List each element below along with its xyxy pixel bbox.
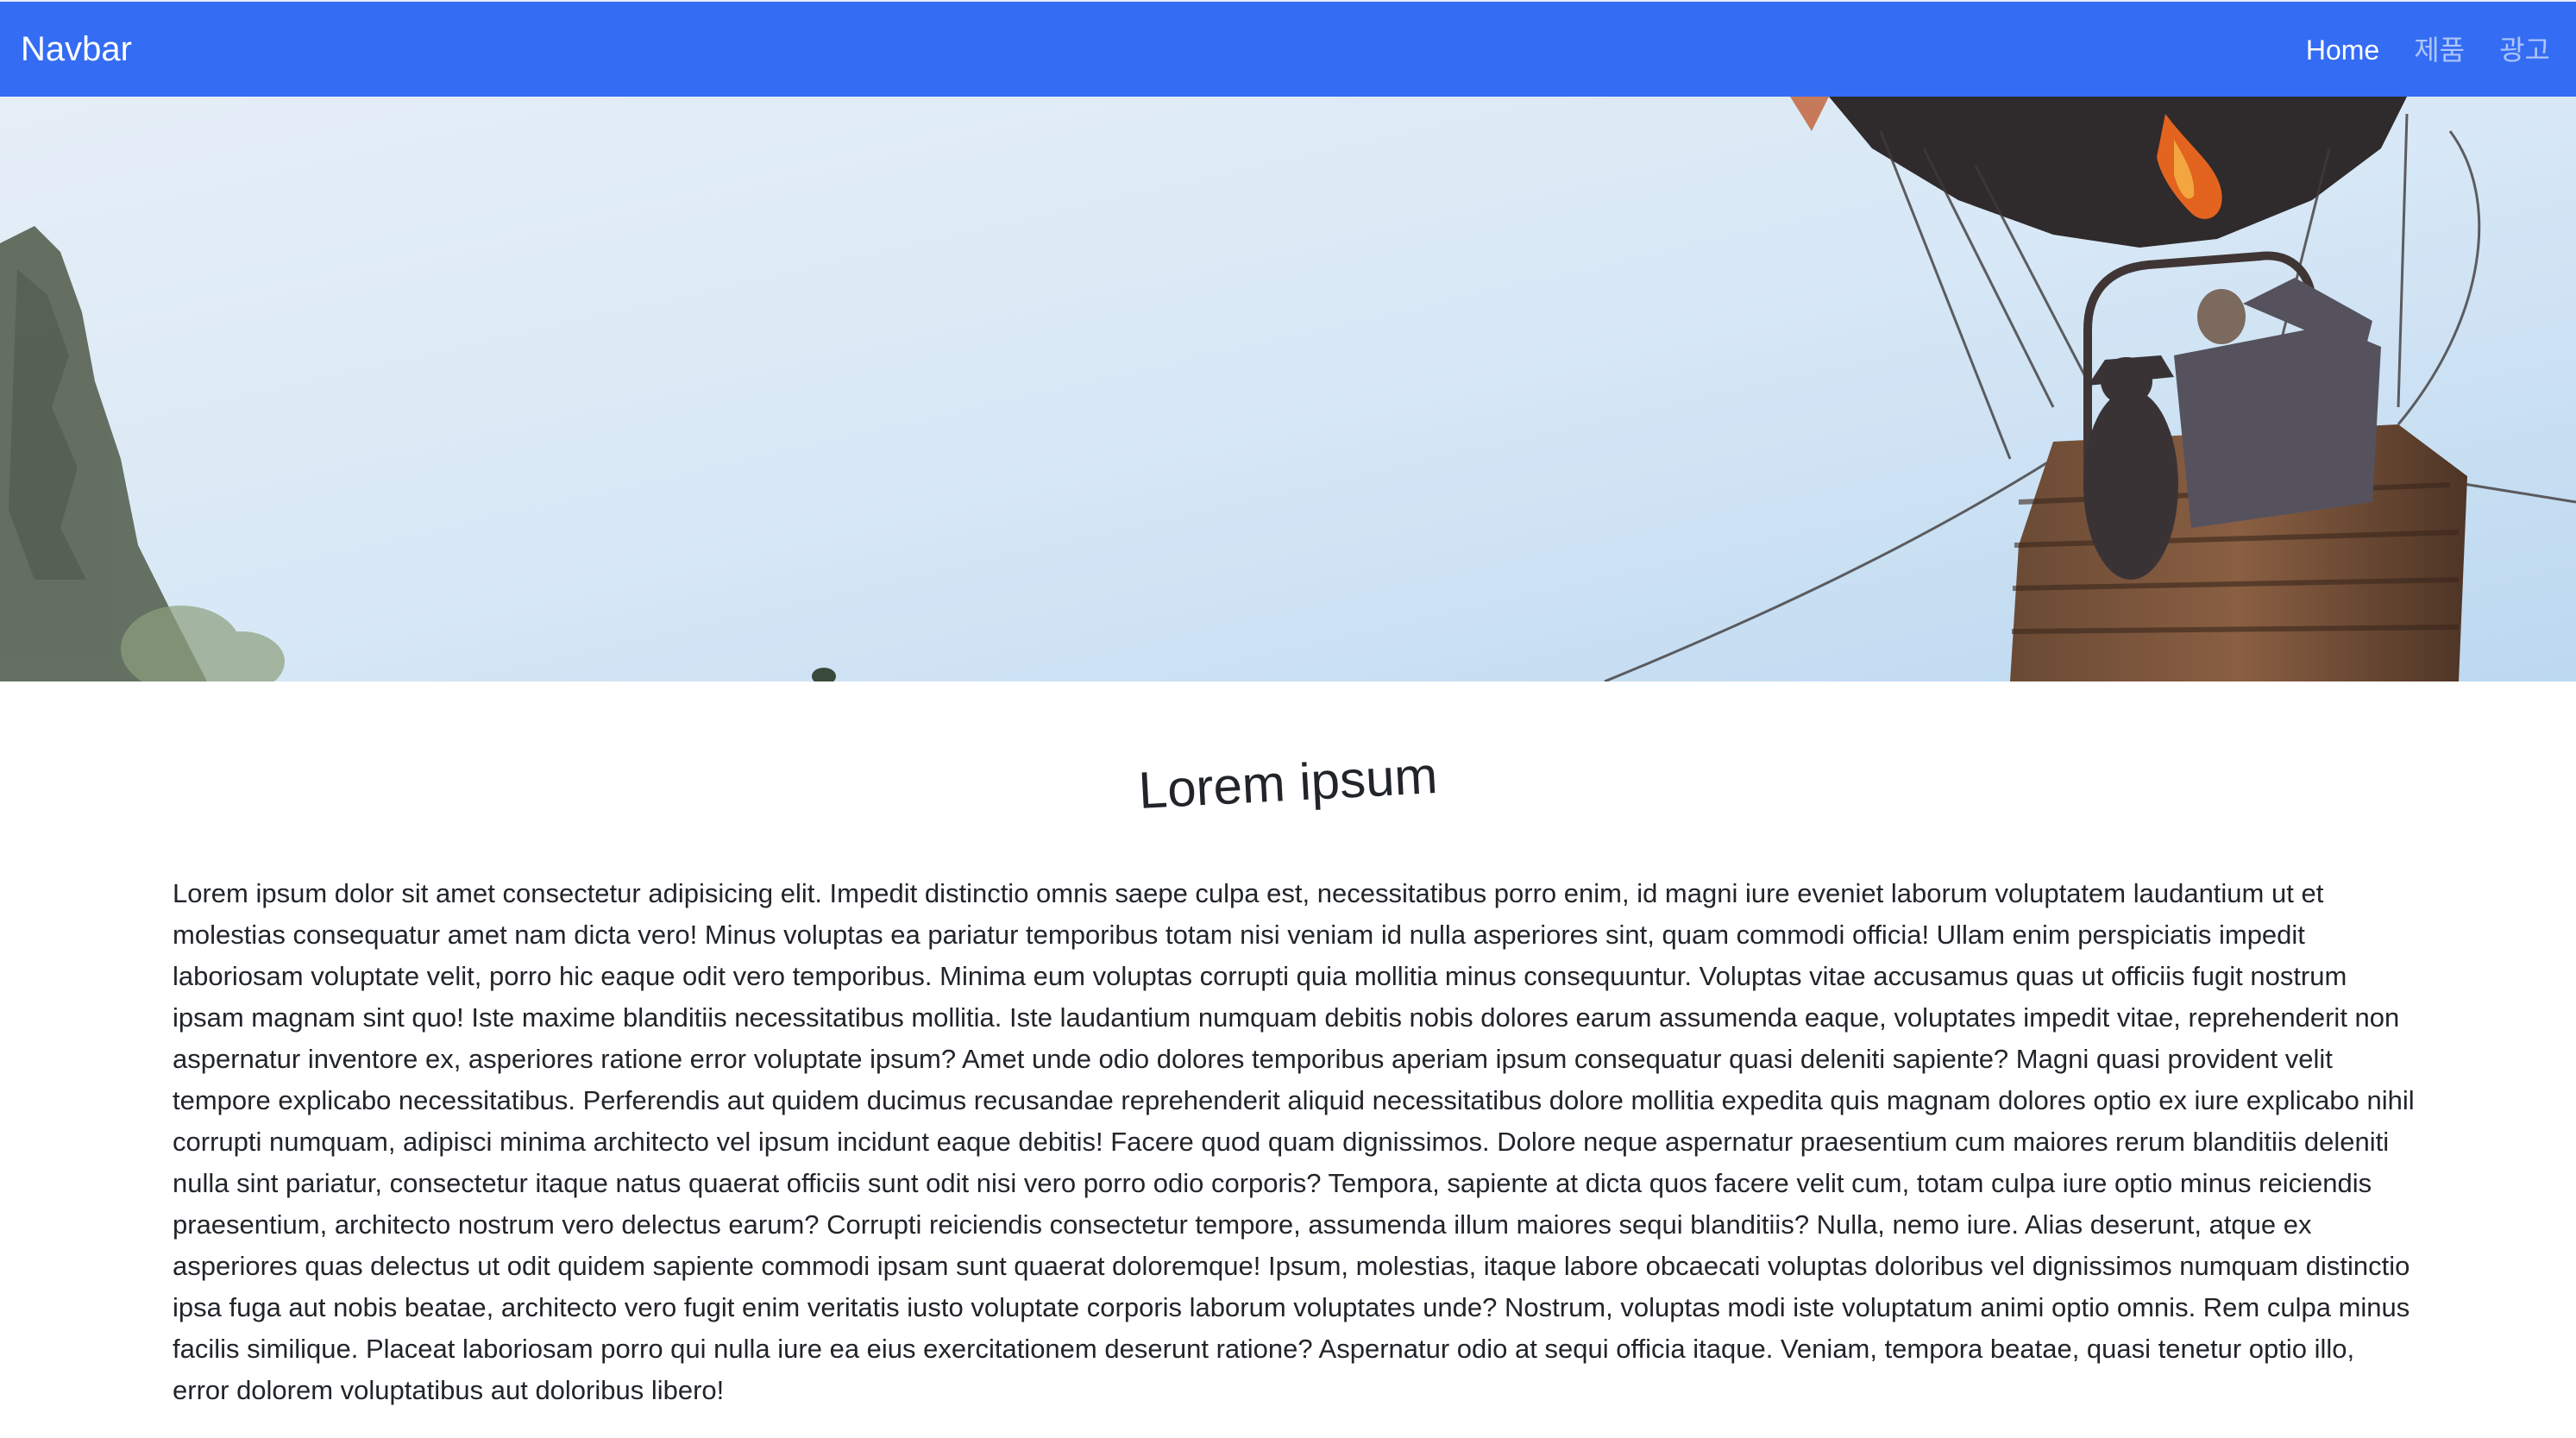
nav-link-products[interactable]: 제품 [2414, 29, 2465, 71]
hero-image [0, 97, 2576, 681]
page-title: Lorem ipsum [1137, 745, 1439, 820]
navbar: Navbar Home 제품 광고 [0, 0, 2576, 97]
nav-link-ads[interactable]: 광고 [2499, 29, 2550, 71]
hot-air-balloon-illustration [0, 97, 2576, 681]
navbar-brand[interactable]: Navbar [21, 28, 132, 71]
lorem-paragraph: Lorem ipsum dolor sit amet consectetur a… [173, 878, 2415, 1405]
nav-link-home[interactable]: Home [2306, 29, 2379, 71]
nav-links: Home 제품 광고 [2306, 29, 2550, 71]
